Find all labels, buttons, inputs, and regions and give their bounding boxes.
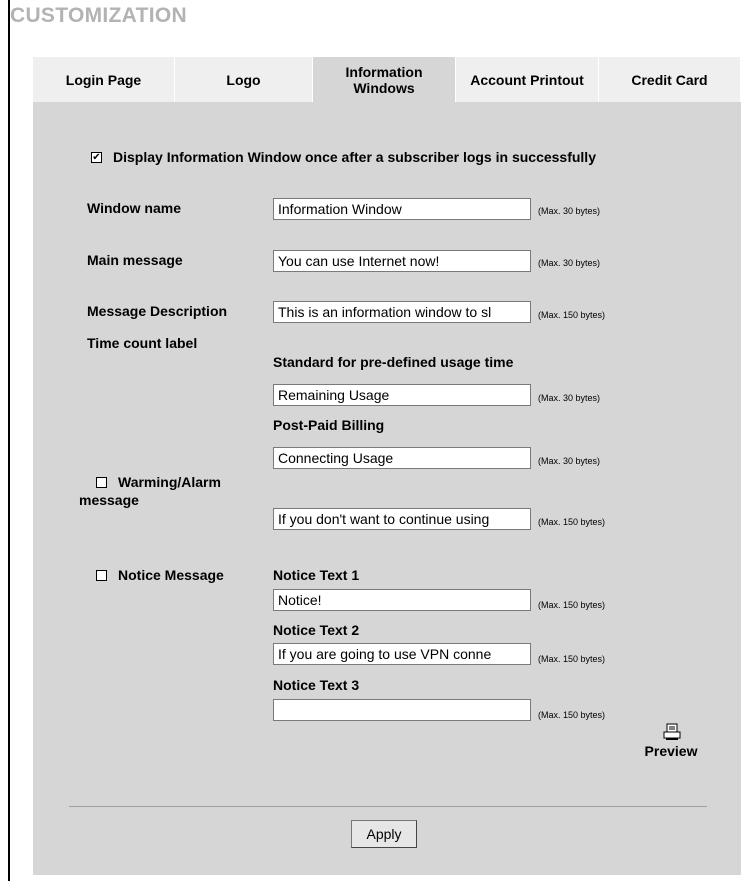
notice-text1-hint: (Max. 150 bytes) <box>538 600 606 610</box>
message-description-hint: (Max. 150 bytes) <box>538 310 606 320</box>
frame-border <box>8 0 10 881</box>
notice-text3-hint: (Max. 150 bytes) <box>538 710 606 720</box>
standard-usage-input[interactable]: Remaining Usage <box>273 384 531 406</box>
tab-account-printout[interactable]: Account Printout <box>456 57 599 102</box>
time-count-label: Time count label <box>87 335 198 351</box>
tab-login-page[interactable]: Login Page <box>33 57 175 102</box>
notice-text2-hint: (Max. 150 bytes) <box>538 654 606 664</box>
notice-text1-input[interactable]: Notice! <box>273 589 531 611</box>
message-description-input[interactable]: This is an information window to sl <box>273 301 531 323</box>
tab-logo[interactable]: Logo <box>175 57 313 102</box>
warning-label-line1: Warming/Alarm <box>118 474 221 490</box>
divider <box>69 806 707 807</box>
tab-information-windows[interactable]: Information Windows <box>313 57 456 102</box>
settings-panel: ✔ Display Information Window once after … <box>33 102 741 875</box>
window-name-input[interactable]: Information Window <box>273 198 531 220</box>
tab-bar: Login Page Logo Information Windows Acco… <box>33 57 741 102</box>
notice-checkbox[interactable] <box>96 570 107 581</box>
warning-hint: (Max. 150 bytes) <box>538 517 606 527</box>
post-paid-label: Post-Paid Billing <box>273 417 385 433</box>
post-paid-input[interactable]: Connecting Usage <box>273 447 531 469</box>
warning-checkbox[interactable] <box>96 477 107 488</box>
apply-button[interactable]: Apply <box>351 820 417 848</box>
notice-text2-input[interactable]: If you are going to use VPN conne <box>273 643 531 665</box>
tab-credit-card[interactable]: Credit Card <box>599 57 741 102</box>
window-name-hint: (Max. 30 bytes) <box>538 206 601 216</box>
window-name-label: Window name <box>87 200 181 216</box>
message-description-label: Message Description <box>87 303 228 319</box>
preview-label: Preview <box>644 743 698 759</box>
display-info-checkbox[interactable]: ✔ <box>91 152 102 163</box>
page-title: CUSTOMIZATION <box>10 4 187 27</box>
standard-usage-label: Standard for pre-defined usage time <box>273 354 514 370</box>
notice-text1-label: Notice Text 1 <box>273 567 360 583</box>
notice-text3-label: Notice Text 3 <box>273 677 360 693</box>
main-message-hint: (Max. 30 bytes) <box>538 258 601 268</box>
main-message-label: Main message <box>87 252 183 268</box>
printer-icon <box>663 723 681 741</box>
display-info-label: Display Information Window once after a … <box>113 149 596 165</box>
post-paid-hint: (Max. 30 bytes) <box>538 456 601 466</box>
notice-text3-input[interactable] <box>273 699 531 721</box>
warning-label-line2: message <box>79 492 139 508</box>
standard-usage-hint: (Max. 30 bytes) <box>538 393 601 403</box>
warning-input[interactable]: If you don't want to continue using <box>273 508 531 530</box>
main-message-input[interactable]: You can use Internet now! <box>273 250 531 272</box>
notice-message-label: Notice Message <box>118 567 224 583</box>
notice-text2-label: Notice Text 2 <box>273 622 360 638</box>
preview-button[interactable]: Preview <box>631 723 711 759</box>
